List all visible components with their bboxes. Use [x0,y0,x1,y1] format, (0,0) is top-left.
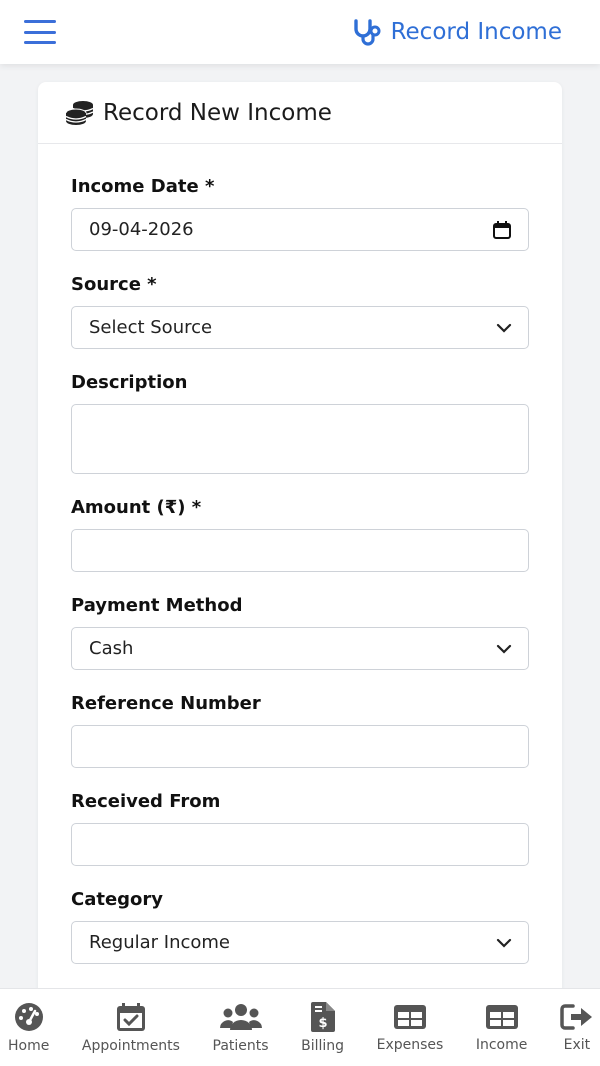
svg-text:$: $ [318,1016,327,1031]
users-icon [219,1003,262,1030]
payment-method-group: Payment Method Cash [71,595,529,675]
amount-label: Amount (₹) * [71,497,202,518]
nav-label-exit: Exit [563,1036,591,1053]
received-from-input[interactable] [71,823,529,866]
income-form-card: Record New Income Income Date * 09-04-20… [38,82,562,1066]
nav-label-expenses: Expenses [376,1036,444,1053]
nav-label-income: Income [475,1036,528,1053]
nav-label-patients: Patients [212,1037,269,1054]
hamburger-icon[interactable] [24,20,56,44]
page-title: Record Income [352,18,562,46]
nav-item-exit[interactable]: Exit [560,1003,594,1053]
category-label: Category [71,889,164,910]
coins-icon [65,100,94,125]
description-group: Description [71,372,529,477]
description-label: Description [71,372,188,393]
top-app-bar: Record Income [0,0,600,64]
reference-number-input[interactable] [71,725,529,768]
nav-item-expenses[interactable]: Expenses [376,1003,444,1053]
payment-method-select[interactable]: Cash [71,627,529,670]
page-title-text: Record Income [390,19,562,45]
bottom-nav: Home Appointments Patients $ Billing Exp… [0,988,600,1066]
calendar-icon[interactable] [492,220,512,240]
income-date-group: Income Date * 09-04-2026 [71,176,529,256]
stethoscope-icon [353,19,381,46]
received-from-group: Received From [71,791,529,871]
category-group: Category Regular Income [71,889,529,969]
chevron-down-icon [496,644,512,654]
nav-item-income[interactable]: Income [475,1003,528,1053]
nav-label-billing: Billing [301,1037,345,1054]
table-icon [485,1004,518,1029]
reference-number-label: Reference Number [71,693,261,714]
sign-out-icon [560,1003,592,1030]
amount-input[interactable] [71,529,529,572]
card-header: Record New Income [38,82,562,144]
category-select[interactable]: Regular Income [71,921,529,964]
nav-item-appointments[interactable]: Appointments [82,1002,180,1054]
income-date-value: 09-04-2026 [89,219,194,240]
nav-item-billing[interactable]: $ Billing [301,1001,345,1054]
nav-label-home: Home [8,1037,50,1054]
source-label: Source * [71,274,157,295]
payment-method-value: Cash [89,638,134,659]
category-value: Regular Income [89,932,230,953]
source-value: Select Source [89,317,213,338]
description-textarea[interactable] [71,404,529,474]
nav-label-appointments: Appointments [81,1037,180,1054]
chevron-down-icon [496,323,512,333]
table-icon [393,1004,426,1029]
nav-item-patients[interactable]: Patients [213,1002,269,1054]
amount-group: Amount (₹) * [71,497,529,577]
card-title: Record New Income [103,99,332,126]
income-date-input[interactable]: 09-04-2026 [71,208,529,251]
source-select[interactable]: Select Source [71,306,529,349]
payment-method-label: Payment Method [71,595,243,616]
received-from-label: Received From [71,791,221,812]
invoice-dollar-icon: $ [310,1001,335,1032]
chevron-down-icon [496,938,512,948]
dashboard-gauge-icon [14,1002,43,1031]
calendar-check-icon [116,1002,145,1031]
income-date-label: Income Date * [71,176,215,197]
source-group: Source * Select Source [71,274,529,354]
reference-number-group: Reference Number [71,693,529,773]
nav-item-home[interactable]: Home [8,1002,49,1054]
